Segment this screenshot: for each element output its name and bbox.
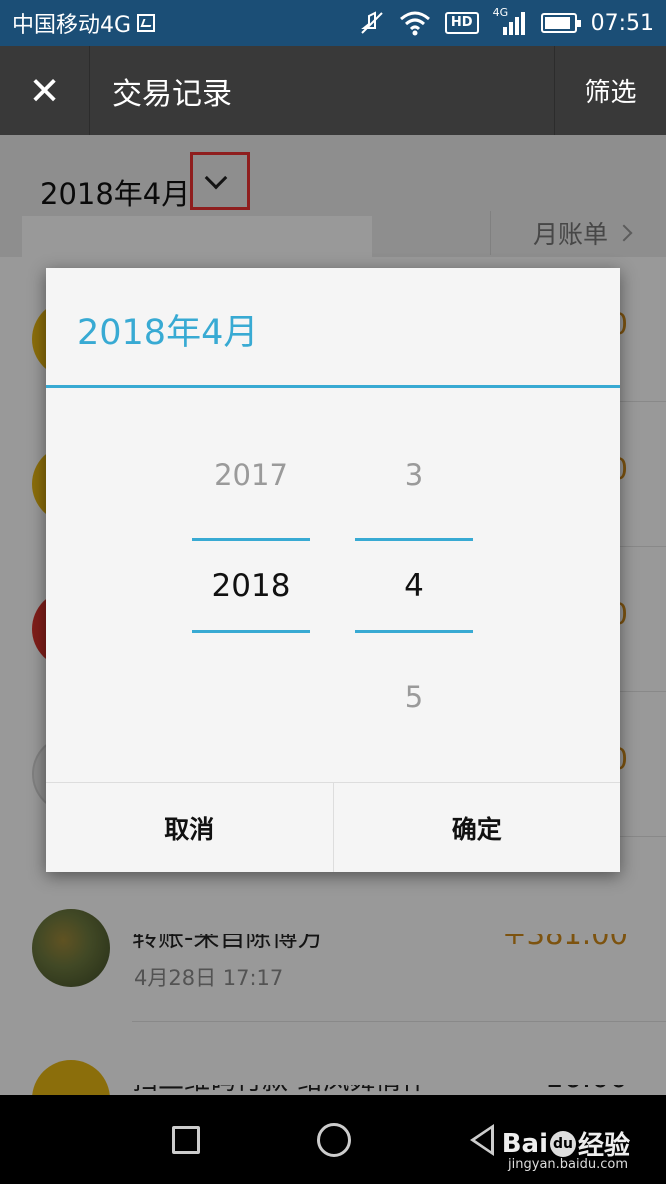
year-picker[interactable]: 2017 2018	[192, 388, 310, 782]
hd-icon: HD	[444, 12, 479, 34]
back-icon	[470, 1123, 494, 1156]
home-button[interactable]	[294, 1095, 374, 1184]
home-icon	[317, 1122, 351, 1157]
app-bar: ✕ 交易记录 筛选	[0, 46, 666, 135]
mute-icon	[361, 11, 383, 34]
wifi-icon	[399, 11, 430, 36]
recent-apps-icon	[172, 1125, 200, 1154]
close-button[interactable]: ✕	[0, 46, 90, 135]
battery-icon	[540, 13, 581, 33]
status-icons: HD 4G 07:51	[359, 6, 654, 36]
filter-button[interactable]: 筛选	[554, 46, 666, 135]
year-option-selected[interactable]: 2018	[192, 568, 310, 604]
month-option-prev[interactable]: 3	[355, 458, 473, 492]
picker-divider	[355, 538, 473, 541]
picker-divider	[355, 630, 473, 633]
clock: 07:51	[590, 10, 654, 36]
picker-divider	[192, 538, 310, 541]
confirm-button[interactable]: 确定	[332, 783, 621, 872]
picker-divider	[192, 630, 310, 633]
navigation-bar: Bai du 经验 jingyan.baidu.com	[0, 1095, 666, 1184]
recent-apps-button[interactable]	[146, 1095, 226, 1184]
status-bar: 中国移动4G HD 4G 07:51	[0, 0, 666, 46]
cancel-button[interactable]: 取消	[46, 783, 333, 872]
month-picker[interactable]: 3 4 5	[355, 388, 473, 782]
picture-icon	[137, 14, 156, 32]
baidu-paw-icon: du	[549, 1130, 576, 1157]
close-icon: ✕	[28, 68, 61, 113]
watermark-url: jingyan.baidu.com	[508, 1157, 628, 1172]
carrier-label: 中国移动4G	[12, 13, 132, 38]
page-title: 交易记录	[112, 76, 232, 112]
month-picker-dialog: 2018年4月 2017 2018 3 4 5 取消 确定	[46, 268, 620, 872]
month-option-next[interactable]: 5	[355, 680, 473, 714]
signal-icon: 4G	[493, 6, 527, 36]
year-option-prev[interactable]: 2017	[192, 458, 310, 492]
dialog-actions: 取消 确定	[46, 782, 620, 872]
month-option-selected[interactable]: 4	[355, 568, 473, 604]
dialog-title: 2018年4月	[77, 313, 259, 353]
dialog-title-rule	[46, 385, 620, 388]
watermark-brand: Bai	[501, 1128, 548, 1159]
screen: 中国移动4G HD 4G 07:51 ✕ 交易记录 筛选 2018年4月 月账单	[0, 0, 666, 1184]
